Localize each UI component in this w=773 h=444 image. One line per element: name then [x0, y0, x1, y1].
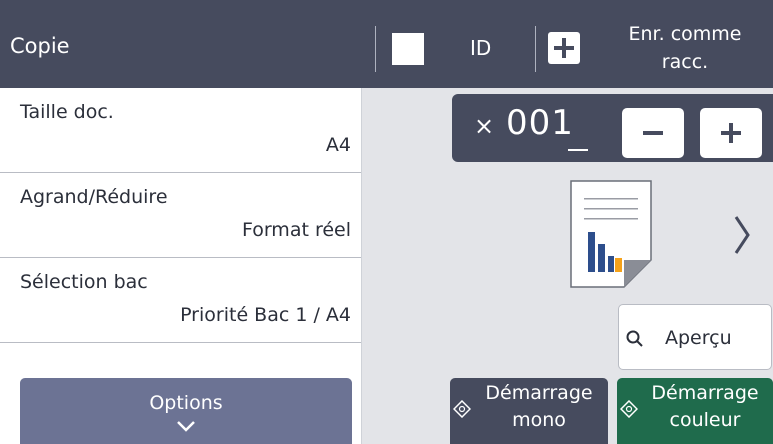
- header-divider: [535, 26, 536, 72]
- setting-tray-select[interactable]: Sélection bac Priorité Bac 1 / A4: [0, 258, 361, 343]
- increase-copies-button[interactable]: [700, 108, 762, 158]
- options-label: Options: [149, 392, 223, 414]
- text-cursor: [568, 149, 588, 151]
- start-color-label-line2: couleur: [669, 409, 741, 431]
- setting-value: Format réel: [241, 219, 351, 241]
- save-shortcut-label-line1: Enr. comme: [628, 23, 742, 45]
- chevron-down-icon: [175, 418, 197, 437]
- start-mono-label-line2: mono: [512, 409, 566, 431]
- start-mono-button[interactable]: Démarrage mono: [450, 378, 608, 444]
- document-thumbnail-icon: [570, 180, 652, 288]
- plus-icon: [548, 32, 580, 64]
- start-color-label-line1: Démarrage: [651, 382, 759, 404]
- copy-count-prefix: ×: [474, 112, 495, 140]
- start-color-label: Démarrage couleur: [637, 380, 773, 434]
- save-shortcut-button[interactable]: Enr. comme racc.: [540, 16, 773, 84]
- plus-icon: [721, 123, 741, 143]
- id-copy-button[interactable]: ID: [388, 22, 528, 74]
- setting-label: Sélection bac: [20, 271, 148, 293]
- start-mono-label-line1: Démarrage: [485, 382, 593, 404]
- setting-enlarge-reduce[interactable]: Agrand/Réduire Format réel: [0, 173, 361, 258]
- options-button[interactable]: Options: [20, 378, 352, 444]
- page-title: Copie: [10, 34, 70, 58]
- start-color-button[interactable]: Démarrage couleur: [617, 378, 773, 444]
- preview-button[interactable]: Aperçu: [618, 304, 772, 370]
- header-divider: [375, 26, 376, 72]
- minus-icon: [643, 131, 663, 135]
- search-icon: [625, 329, 645, 353]
- setting-label: Taille doc.: [20, 101, 114, 123]
- setting-doc-size[interactable]: Taille doc. A4: [0, 88, 361, 173]
- header-bar: Copie ID Enr. comme racc.: [0, 0, 773, 88]
- start-diamond-icon: [619, 399, 639, 422]
- start-diamond-icon: [452, 399, 472, 422]
- copy-count-field[interactable]: × 001: [452, 94, 773, 162]
- settings-panel: Taille doc. A4 Agrand/Réduire Format rée…: [0, 88, 362, 444]
- save-shortcut-label: Enr. comme racc.: [600, 20, 770, 76]
- id-copy-label: ID: [470, 36, 492, 60]
- decrease-copies-button[interactable]: [622, 108, 684, 158]
- preview-label: Aperçu: [665, 327, 732, 349]
- chevron-right-icon[interactable]: [732, 213, 752, 261]
- setting-value: A4: [325, 134, 351, 156]
- save-shortcut-label-line2: racc.: [661, 51, 709, 73]
- copy-count-value: 001: [506, 103, 574, 143]
- id-checkbox-icon: [392, 33, 424, 65]
- setting-value: Priorité Bac 1 / A4: [180, 304, 351, 326]
- start-mono-label: Démarrage mono: [470, 380, 608, 434]
- setting-label: Agrand/Réduire: [20, 186, 168, 208]
- copy-preview-panel: × 001 Aperçu Démarrage mono Démarrage co…: [362, 88, 773, 444]
